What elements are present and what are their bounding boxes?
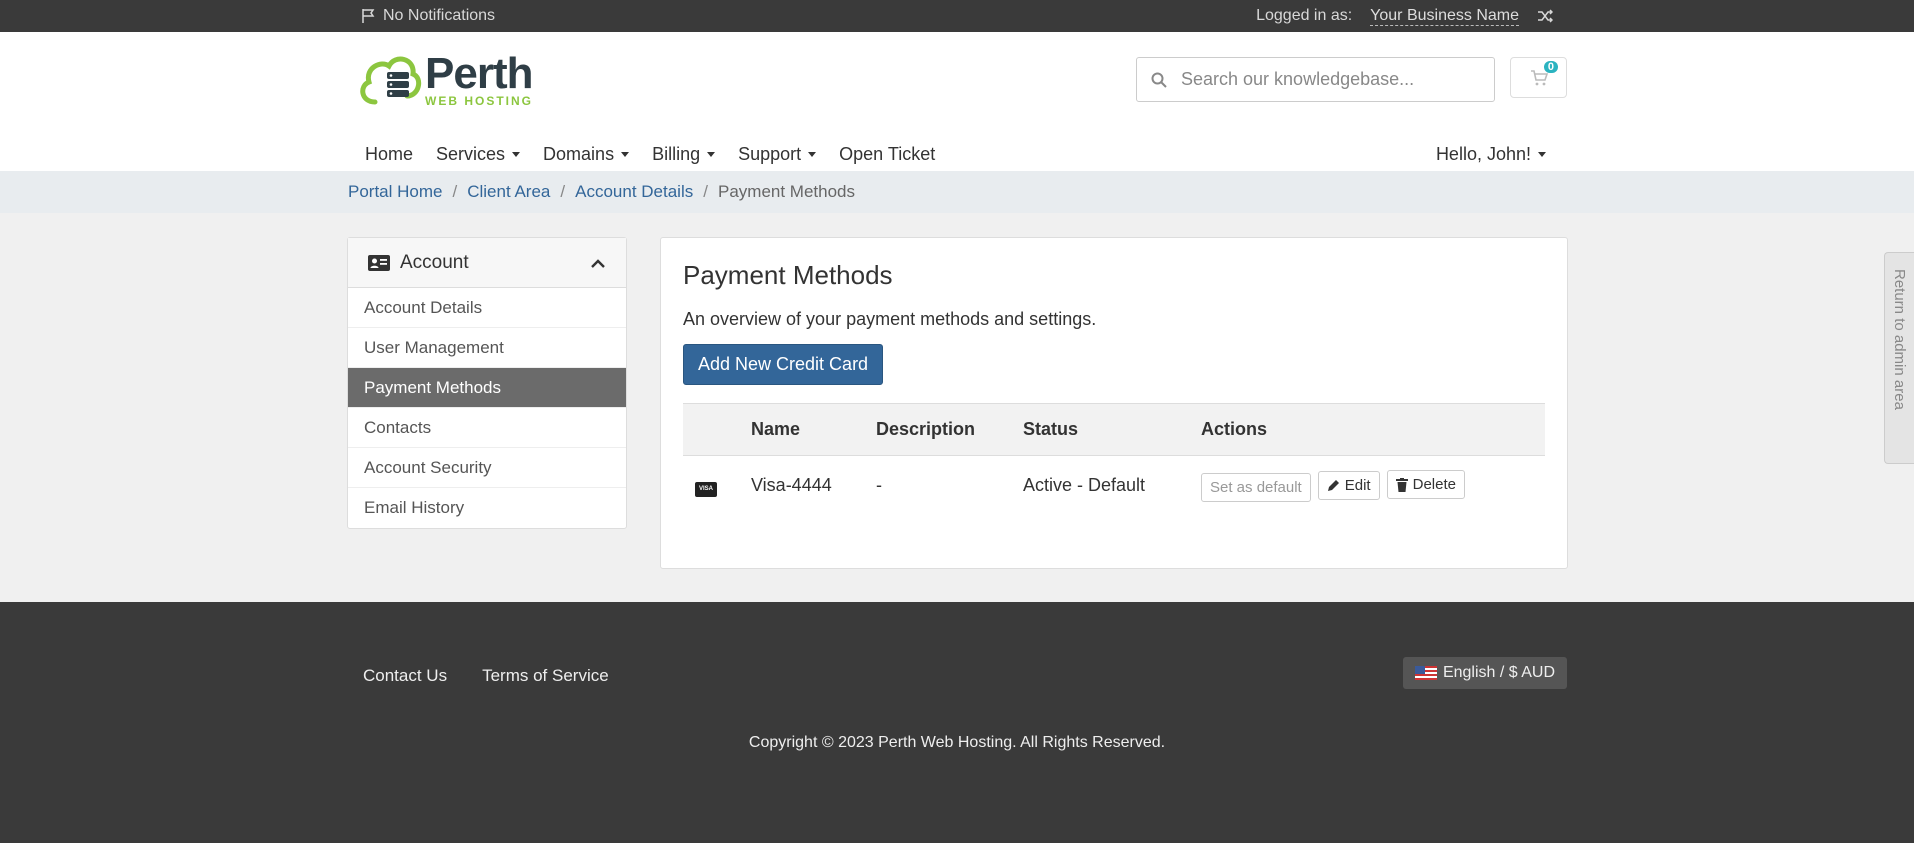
shuffle-icon[interactable] [1537,8,1553,24]
sidebar-item-user-management[interactable]: User Management [348,328,626,368]
footer: Contact Us Terms of Service English / $ … [0,602,1914,843]
nav-home-label: Home [365,144,414,164]
sidebar-item-email-history[interactable]: Email History [348,488,626,528]
notifications-link[interactable]: No Notifications [361,7,495,25]
pencil-icon [1327,479,1339,491]
sidebar-item-account-details[interactable]: Account Details [348,288,626,328]
col-header-description: Description [876,403,1023,456]
edit-button[interactable]: Edit [1317,470,1380,500]
breadcrumb: Portal Home / Client Area / Account Deta… [0,171,1914,213]
header: Perth WEB HOSTING 0 Home Services Domain… [0,32,1914,171]
page-title: Payment Methods [683,260,893,290]
row-description: - [876,475,882,496]
add-credit-card-button[interactable]: Add New Credit Card [683,344,884,385]
nav-domains-label: Domains [543,144,615,164]
breadcrumb-current: Payment Methods [717,182,855,201]
business-name-link[interactable]: Your Business Name [1370,7,1519,26]
sidebar-item-contacts[interactable]: Contacts [348,408,626,448]
copyright-text: Copyright © 2023 Perth Web Hosting. All … [748,734,1166,751]
language-currency-button[interactable]: English / $ AUD [1402,657,1567,689]
nav-domains[interactable]: Domains [533,144,639,165]
footer-contact-us-link[interactable]: Contact Us [363,666,447,686]
chevron-up-icon[interactable] [590,257,606,269]
delete-label: Delete [1412,476,1456,493]
nav-home[interactable]: Home [355,144,423,165]
us-flag-icon [1414,666,1437,680]
table-header-row: Name Description Status Actions [683,403,1545,456]
caret-down-icon [512,152,521,157]
notifications-label: No Notifications [383,7,496,24]
sidebar-header[interactable]: Account [348,238,626,288]
cart-button[interactable]: 0 [1510,57,1567,98]
set-default-label: Set as default [1210,478,1302,496]
language-currency-label: English / $ AUD [1442,664,1555,681]
nav-support-label: Support [738,144,802,164]
return-to-admin-tab[interactable]: Return to admin area [1884,252,1914,464]
col-header-actions: Actions [1201,403,1545,456]
nav-open-ticket-label: Open Ticket [839,144,936,164]
caret-down-icon [707,152,716,157]
id-card-icon [368,254,390,271]
sidebar-item-account-security[interactable]: Account Security [348,448,626,488]
search-icon [1151,72,1167,88]
page-subtitle: An overview of your payment methods and … [683,309,1097,329]
nav-open-ticket[interactable]: Open Ticket [829,144,945,165]
footer-terms-link[interactable]: Terms of Service [482,666,609,686]
site-logo[interactable]: Perth WEB HOSTING [357,52,533,110]
row-name: Visa-4444 [751,475,832,496]
delete-button[interactable]: Delete [1386,470,1465,499]
set-default-button[interactable]: Set as default [1201,472,1311,502]
nav-services-label: Services [436,144,506,164]
caret-down-icon [808,152,817,157]
account-sidebar: Account Account Details User Management … [347,237,627,529]
nav-billing[interactable]: Billing [642,144,725,165]
nav-services[interactable]: Services [426,144,530,165]
cloud-server-icon [357,52,423,110]
edit-label: Edit [1344,476,1371,494]
breadcrumb-client-area[interactable]: Client Area [467,182,550,202]
nav-billing-label: Billing [652,144,701,164]
table-row: VISA Visa-4444 - Active - Default Set as… [683,456,1545,516]
user-greeting: Hello, John! [1435,144,1531,164]
breadcrumb-separator: / [452,182,458,201]
cart-icon [1530,69,1548,85]
col-header-name: Name [751,403,876,456]
breadcrumb-separator: / [560,182,566,201]
logged-in-label: Logged in as: [1256,7,1353,24]
logo-name: Perth [425,49,533,98]
return-to-admin-label: Return to admin area [1891,269,1908,410]
payment-methods-panel: Payment Methods An overview of your paym… [660,237,1568,569]
row-status: Active - Default [1023,475,1146,496]
top-bar: No Notifications Logged in as: Your Busi… [0,0,1914,32]
sidebar-title: Account [400,251,469,273]
col-header-status: Status [1023,403,1201,456]
knowledgebase-search [1136,57,1495,102]
sidebar-item-payment-methods[interactable]: Payment Methods [348,368,626,408]
caret-down-icon [621,152,630,157]
trash-icon [1395,477,1408,492]
cart-count-badge: 0 [1543,61,1558,73]
caret-down-icon [1538,152,1546,157]
payment-methods-table: Name Description Status Actions VISA Vis… [683,403,1545,516]
logo-tagline: WEB HOSTING [425,94,533,108]
search-input[interactable] [1181,69,1481,90]
main-nav: Home Services Domains Billing Support Op… [355,138,1567,171]
breadcrumb-account-details[interactable]: Account Details [575,182,693,202]
visa-card-icon: VISA [695,482,717,498]
breadcrumb-portal-home[interactable]: Portal Home [348,182,442,202]
nav-support[interactable]: Support [728,144,826,165]
breadcrumb-separator: / [703,182,708,201]
col-header-icon [683,403,751,456]
flag-icon [362,9,375,23]
user-menu[interactable]: Hello, John! [1426,144,1556,165]
